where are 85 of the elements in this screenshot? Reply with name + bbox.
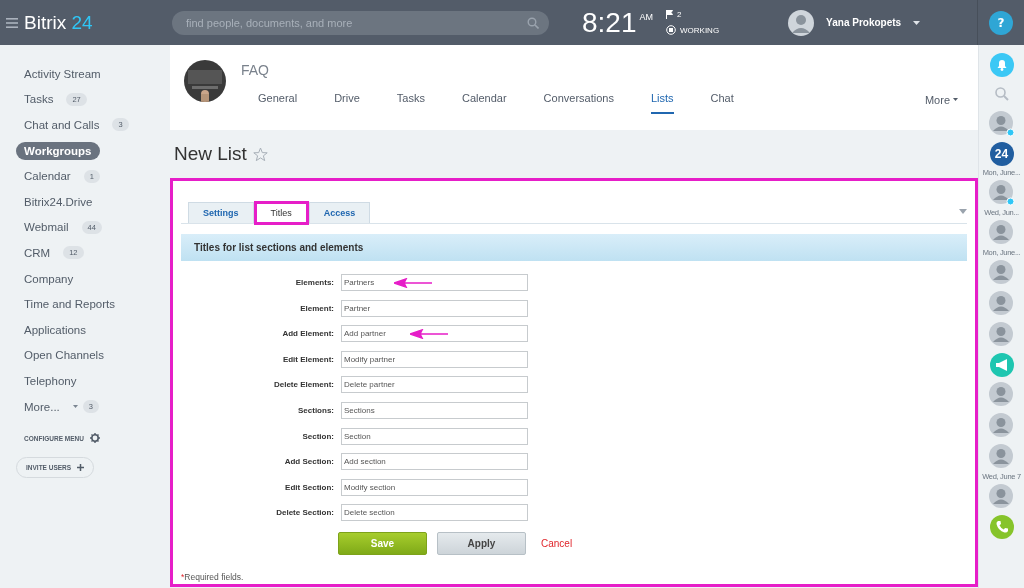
caret-icon bbox=[913, 20, 921, 25]
sidebar-item[interactable]: Applications bbox=[16, 320, 94, 339]
avatar-icon[interactable] bbox=[988, 111, 1015, 137]
sidebar-item[interactable]: CRM bbox=[16, 243, 59, 262]
avatar-icon[interactable] bbox=[988, 260, 1015, 286]
sidebar-item[interactable]: Calendar bbox=[16, 167, 79, 186]
avatar-icon bbox=[788, 9, 815, 36]
field-label: Delete Section: bbox=[275, 508, 334, 518]
plus-icon bbox=[77, 464, 85, 472]
group-tab[interactable]: Conversations bbox=[543, 92, 614, 112]
sidebar-item[interactable]: Time and Reports bbox=[16, 295, 123, 314]
sidebar-item[interactable]: Activity Stream bbox=[16, 64, 109, 83]
group-tab[interactable]: Chat bbox=[710, 92, 734, 112]
tab[interactable]: Settings bbox=[188, 202, 254, 223]
field-label: Sections: bbox=[297, 405, 334, 415]
field-label: Section: bbox=[301, 431, 334, 441]
megaphone-icon[interactable] bbox=[989, 353, 1014, 377]
clock-period: AM bbox=[639, 11, 653, 22]
sidebar-item[interactable]: Company bbox=[16, 269, 82, 288]
avatar-icon[interactable] bbox=[988, 220, 1015, 246]
sidebar-item[interactable]: Telephony bbox=[16, 371, 85, 390]
star-icon bbox=[252, 146, 268, 162]
avatar-icon[interactable] bbox=[988, 382, 1015, 408]
required-note: Required fields. bbox=[184, 572, 244, 582]
group-tab[interactable]: General bbox=[258, 92, 298, 112]
avatar-icon[interactable] bbox=[988, 180, 1015, 206]
input-field[interactable]: Modify partner bbox=[341, 350, 528, 368]
input-field[interactable]: Partner bbox=[341, 299, 528, 317]
field-label: Add Section: bbox=[283, 457, 334, 467]
logo[interactable]: Bitrix 24 bbox=[24, 11, 93, 34]
sidebar-item[interactable]: Open Channels bbox=[16, 346, 112, 365]
field-label: Edit Element: bbox=[281, 354, 334, 364]
bitrix24-icon[interactable]: 24 bbox=[989, 142, 1014, 166]
input-field[interactable]: Modify section bbox=[341, 478, 528, 496]
input-field[interactable]: Add partner bbox=[341, 325, 528, 343]
sidebar-item[interactable]: Webmail bbox=[16, 218, 77, 237]
caret-icon bbox=[72, 405, 78, 408]
group-tab[interactable]: Calendar bbox=[461, 92, 507, 112]
input-field[interactable]: Delete section bbox=[341, 504, 528, 522]
search-icon bbox=[527, 16, 539, 29]
sidebar-item[interactable]: Workgroups bbox=[16, 141, 100, 160]
group-title: FAQ bbox=[241, 62, 270, 78]
work-status[interactable]: WORKING bbox=[680, 25, 720, 35]
search-field[interactable]: find people, documents, and more bbox=[172, 10, 549, 35]
field-label: Delete Element: bbox=[272, 380, 334, 390]
field-label: Elements: bbox=[294, 278, 334, 287]
avatar-icon[interactable] bbox=[988, 322, 1015, 348]
cancel-link[interactable]: Cancel bbox=[541, 538, 573, 550]
input-field[interactable]: Partners bbox=[341, 274, 528, 291]
gear-icon bbox=[89, 433, 100, 444]
sidebar-item[interactable]: Bitrix24.Drive bbox=[16, 192, 101, 211]
input-field[interactable]: Add section bbox=[341, 453, 528, 471]
status-icon bbox=[666, 25, 676, 35]
avatar-icon[interactable] bbox=[988, 484, 1015, 510]
sidebar-item[interactable]: Tasks bbox=[16, 90, 62, 109]
sidebar-item[interactable]: Chat and Calls bbox=[16, 116, 108, 134]
caret-icon bbox=[953, 98, 958, 101]
more-menu[interactable]: More bbox=[924, 92, 958, 107]
page-title: New List bbox=[174, 143, 247, 165]
field-label: Edit Section: bbox=[284, 482, 334, 492]
clock-time: 8:21 bbox=[582, 7, 637, 38]
input-field[interactable]: Delete partner bbox=[341, 376, 528, 394]
bell-icon[interactable] bbox=[989, 53, 1014, 77]
flag-count: 2 bbox=[677, 10, 682, 19]
menu-icon bbox=[6, 17, 18, 28]
field-label: Element: bbox=[299, 303, 334, 313]
avatar-icon[interactable] bbox=[988, 444, 1015, 470]
sidebar-item[interactable]: More... bbox=[16, 397, 68, 416]
group-tab[interactable]: Drive bbox=[334, 92, 360, 112]
field-label: Add Element: bbox=[281, 329, 334, 339]
caret-icon bbox=[959, 209, 967, 214]
section-header: Titles for list sections and elements bbox=[181, 234, 967, 261]
group-tab[interactable]: Tasks bbox=[396, 92, 425, 112]
input-field[interactable]: Sections bbox=[341, 401, 528, 419]
group-tab[interactable]: Lists bbox=[650, 92, 674, 114]
input-field[interactable]: Section bbox=[341, 427, 528, 445]
tab[interactable]: Titles bbox=[253, 201, 309, 225]
apply-button[interactable]: Apply bbox=[437, 532, 526, 556]
avatar-icon[interactable] bbox=[988, 413, 1015, 439]
tab[interactable]: Access bbox=[308, 202, 371, 223]
phone-icon[interactable] bbox=[989, 515, 1014, 539]
avatar-icon[interactable] bbox=[988, 291, 1015, 317]
required-mark: * bbox=[181, 572, 185, 582]
user-name[interactable]: Yana Prokopets bbox=[826, 17, 902, 28]
flag-icon bbox=[666, 10, 673, 19]
